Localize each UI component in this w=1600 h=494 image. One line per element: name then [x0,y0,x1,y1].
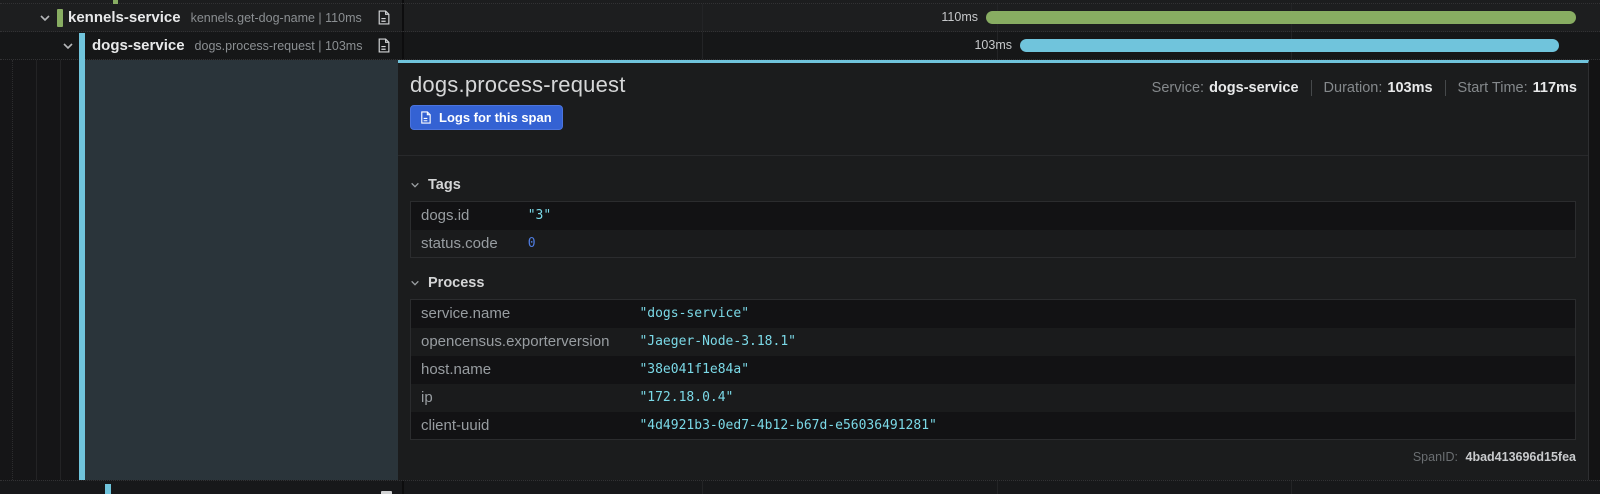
process-header-label: Process [428,275,484,291]
span-id-line: SpanID: 4bad413696d15fea [410,450,1576,464]
process-key: service.name [411,300,630,328]
span-row-labels: dogs-service dogs.process-request | 103m… [92,32,362,59]
span-color-marker [105,484,111,494]
indent-guide [36,60,37,480]
chevron-down-icon [410,278,420,288]
table-row: service.name "dogs-service" [411,300,1576,328]
service-label: Service: [1152,80,1204,96]
logs-for-span-button[interactable]: Logs for this span [410,105,563,130]
process-value: "Jaeger-Node-3.18.1" [629,328,1575,356]
start-time-value: 117ms [1533,80,1577,96]
scrollbar-track[interactable] [1589,60,1600,494]
logs-icon [419,111,432,124]
start-time-label: Start Time: [1458,80,1528,96]
table-row: dogs.id "3" [411,202,1576,230]
collapse-chevron-icon[interactable] [38,11,52,25]
logs-button-label: Logs for this span [439,110,552,125]
span-row-dogs-service[interactable]: dogs-service dogs.process-request | 103m… [0,32,1600,60]
table-row: host.name "38e041f1e84a" [411,356,1576,384]
detail-divider [398,155,1588,156]
tags-table: dogs.id "3" status.code 0 [410,201,1576,258]
process-value: "4d4921b3-0ed7-4b12-b67d-e56036491281" [629,412,1575,440]
process-key: opencensus.exporterversion [411,328,630,356]
timeline-gridline [702,32,703,59]
indent-guide [60,60,61,480]
timeline-gridline [702,481,703,494]
duration-value: 103ms [1387,80,1432,96]
timeline-gridline [702,4,703,31]
span-id-value: 4bad413696d15fea [1466,450,1577,464]
span-row-labels: kennels-service kennels.get-dog-name | 1… [68,4,362,31]
timeline-gridline [997,481,998,494]
service-name: kennels-service [68,9,181,26]
span-duration-label: 103ms [942,38,1012,52]
span-duration-label: 110ms [908,10,978,24]
column-divider [402,4,404,31]
meta-divider [1311,80,1312,96]
process-section-header[interactable]: Process [410,275,1576,291]
tag-value: 0 [518,230,1576,258]
process-table: service.name "dogs-service" opencensus.e… [410,299,1576,440]
table-row: status.code 0 [411,230,1576,258]
service-value: dogs-service [1209,80,1298,96]
table-row: ip "172.18.0.4" [411,384,1576,412]
chevron-down-icon [410,180,420,190]
table-row: client-uuid "4d4921b3-0ed7-4b12-b67d-e56… [411,412,1576,440]
span-color-marker [57,9,63,27]
span-timeline-bar-dogs[interactable] [1020,39,1559,52]
selected-span-color-bar [79,33,85,480]
indent-guides [0,60,85,480]
operation-name: dogs.process-request | 103ms [195,39,363,53]
jaeger-trace-view: kennels-service kennels.get-dog-name | 1… [0,0,1600,494]
span-detail-panel: dogs.process-request Service: dogs-servi… [398,60,1589,480]
process-key: host.name [411,356,630,384]
timeline-gridline [1291,481,1292,494]
span-detail-meta: Service: dogs-service Duration: 103ms St… [1152,80,1577,96]
tag-key: status.code [411,230,518,258]
logs-icon[interactable] [376,10,392,26]
span-row-partial-bottom[interactable] [0,480,1600,494]
table-row: opencensus.exporterversion "Jaeger-Node-… [411,328,1576,356]
tag-value: "3" [518,202,1576,230]
duration-label: Duration: [1324,80,1383,96]
column-divider [402,32,404,59]
logs-icon[interactable] [376,38,392,54]
tags-header-label: Tags [428,177,461,193]
process-key: ip [411,384,630,412]
operation-name: kennels.get-dog-name | 110ms [191,11,362,25]
tag-key: dogs.id [411,202,518,230]
process-key: client-uuid [411,412,630,440]
process-value: "38e041f1e84a" [629,356,1575,384]
selected-span-highlight [85,60,398,480]
collapse-chevron-icon[interactable] [61,39,75,53]
process-value: "dogs-service" [629,300,1575,328]
meta-divider [1445,80,1446,96]
service-name: dogs-service [92,37,185,54]
indent-guide [12,60,13,480]
tags-section-header[interactable]: Tags [410,177,1576,193]
process-value: "172.18.0.4" [629,384,1575,412]
span-row-kennels-service[interactable]: kennels-service kennels.get-dog-name | 1… [0,4,1600,32]
column-divider [402,0,404,3]
span-timeline-bar-kennels[interactable] [986,11,1576,24]
span-id-label: SpanID: [1413,450,1458,464]
column-divider [402,481,404,494]
